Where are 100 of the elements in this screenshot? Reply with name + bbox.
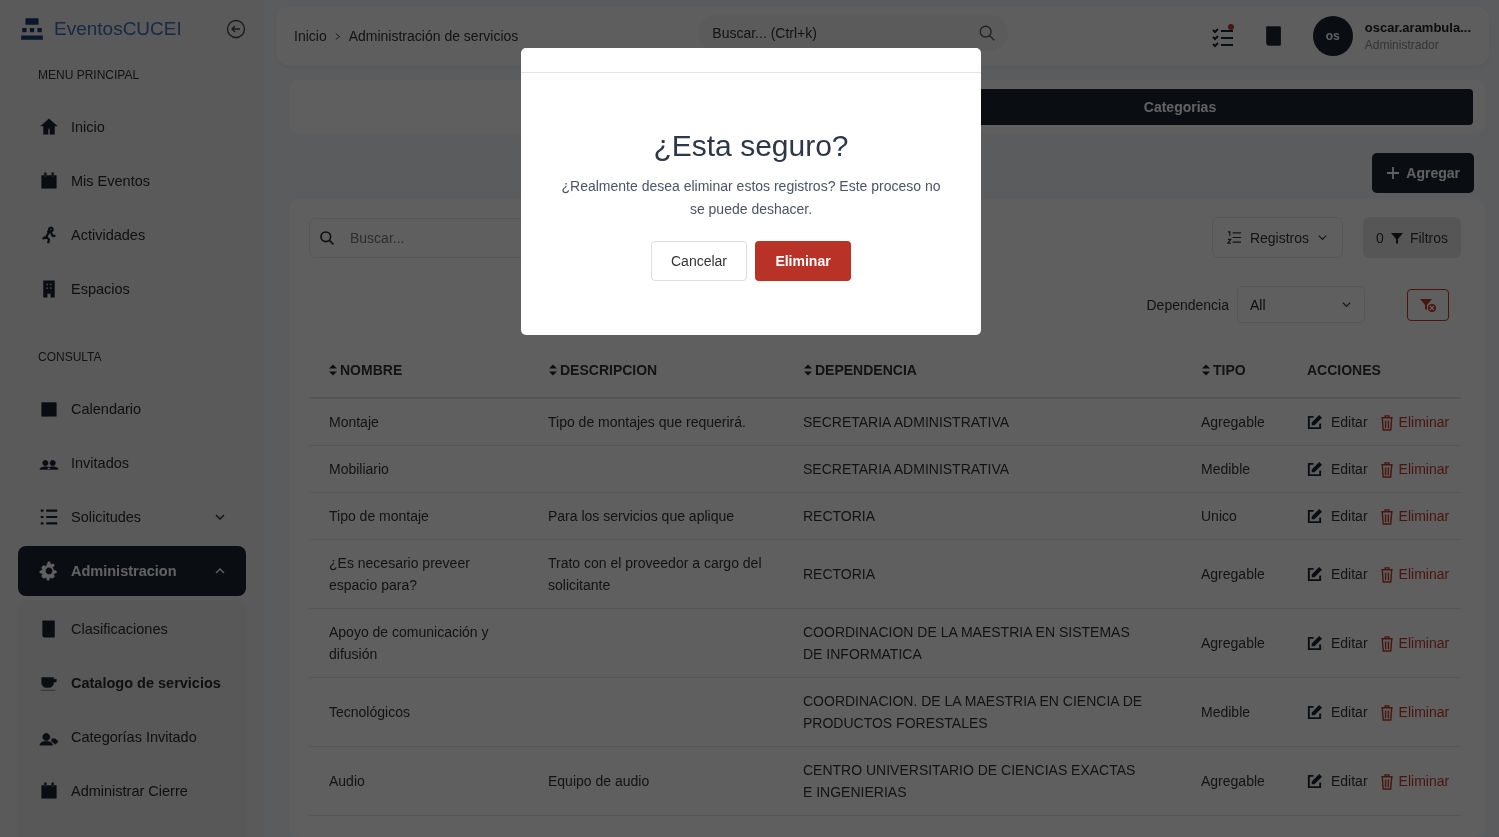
edit-link[interactable]: Editar: [1306, 411, 1368, 433]
add-button[interactable]: Agregar: [1372, 153, 1474, 193]
edit-link[interactable]: Editar: [1306, 563, 1368, 585]
column-header[interactable]: TIPO: [1202, 361, 1246, 378]
column-header: ACCIONES: [1307, 362, 1381, 378]
calendar-icon: [38, 170, 60, 192]
people-group-icon: [18, 16, 46, 42]
edit-icon: [1306, 565, 1323, 583]
delete-link[interactable]: Eliminar: [1379, 770, 1450, 792]
delete-link[interactable]: Eliminar: [1379, 563, 1450, 585]
sort-icon: [1202, 363, 1210, 376]
table-cell-text: COORDINACION DE LA MAESTRIA EN SISTEMAS DE INFORMATICA: [803, 623, 1131, 664]
cancel-button[interactable]: Cancelar: [651, 241, 747, 281]
table-cell-text: Apoyo de comunicación y difusión: [329, 623, 489, 664]
delete-link[interactable]: Eliminar: [1379, 632, 1450, 654]
sort-icon: [804, 363, 812, 376]
table-cell-text: Tipo de montajes que requerirá.: [548, 413, 747, 432]
trash-icon: [1379, 772, 1394, 790]
records-dropdown[interactable]: Registros: [1211, 217, 1344, 258]
edit-link[interactable]: Editar: [1306, 770, 1368, 792]
sidebar-item[interactable]: Catalogo de servicios: [18, 658, 246, 708]
trash-icon: [1379, 507, 1394, 525]
delete-link[interactable]: Eliminar: [1379, 701, 1450, 723]
column-header[interactable]: DESCRIPCION: [549, 361, 658, 378]
sidebar-item[interactable]: Inicio: [18, 102, 246, 152]
gear-icon: [38, 560, 60, 582]
sidebar-item[interactable]: Invitados: [18, 438, 246, 488]
dialog-title: ¿Esta seguro?: [652, 131, 850, 161]
trash-icon: [1379, 413, 1394, 431]
sidebar-item[interactable]: Solicitudes: [18, 492, 246, 542]
chevron-icon: [1317, 232, 1329, 243]
table-cell-text: Equipo de audio: [548, 772, 651, 791]
edit-icon: [1306, 634, 1323, 652]
table-cell-text: COORDINACION. DE LA MAESTRIA EN CIENCIA DE PRODUCTOS FORESTALES: [803, 692, 1143, 733]
menu-section-title: MENU PRINCIPAL: [38, 68, 141, 82]
sidebar-item[interactable]: Mis Eventos: [18, 156, 246, 206]
table-cell-text: Para los servicios que aplique: [548, 507, 735, 526]
checklist-icon[interactable]: [1210, 24, 1235, 48]
plus-icon: [1386, 166, 1401, 180]
edit-icon: [1306, 413, 1323, 431]
user-name: oscar.arambula...: [1364, 20, 1471, 35]
table-cell: Medible: [1201, 704, 1251, 720]
edit-icon: [1306, 772, 1323, 790]
table-cell-text: Audio: [329, 772, 366, 791]
sort-icon: [549, 363, 557, 376]
funnel-icon: [1389, 230, 1404, 245]
edit-icon: [1306, 460, 1323, 478]
edit-link[interactable]: Editar: [1306, 701, 1368, 723]
search-icon: [319, 229, 335, 246]
column-header[interactable]: NOMBRE: [329, 361, 403, 378]
edit-link[interactable]: Editar: [1306, 458, 1368, 480]
table-cell: Agregable: [1201, 635, 1265, 651]
app-logo-text: EventosCUCEI: [54, 18, 183, 40]
table-cell-text: RECTORIA: [803, 565, 877, 584]
list-icon: [38, 506, 60, 528]
menu-section-title: CONSULTA: [38, 350, 103, 364]
delete-link[interactable]: Eliminar: [1379, 505, 1450, 527]
delete-link[interactable]: Eliminar: [1379, 411, 1450, 433]
table-cell: Medible: [1201, 461, 1251, 477]
home-icon: [38, 116, 60, 138]
table-cell: Agregable: [1201, 414, 1265, 430]
sidebar-item[interactable]: Categorías Invitado: [18, 712, 246, 762]
funnel-x-icon: [1419, 296, 1437, 313]
breadcrumb-link[interactable]: Inicio: [294, 28, 327, 44]
search-icon: [978, 24, 997, 42]
clear-filters-button[interactable]: [1407, 288, 1449, 321]
filters-button[interactable]: 0 Filtros: [1363, 217, 1461, 258]
dependency-select[interactable]: All: [1237, 286, 1365, 323]
sidebar-item[interactable]: Administrar Cierre: [18, 766, 246, 816]
table-cell-text: Mobiliario: [329, 460, 390, 479]
edit-icon: [1306, 703, 1323, 721]
user-avatar[interactable]: os: [1312, 16, 1353, 56]
delete-button[interactable]: Eliminar: [755, 241, 851, 281]
table-cell-text: SECRETARIA ADMINISTRATIVA: [803, 460, 1011, 479]
edit-link[interactable]: Editar: [1306, 505, 1368, 527]
chevron-icon: [1341, 299, 1352, 310]
table-cell-text: Montaje: [329, 413, 380, 432]
table-cell-text: Tipo de montaje: [329, 507, 430, 526]
sidebar-item[interactable]: Clasificaciones: [18, 604, 246, 654]
sort-icon: [329, 363, 337, 376]
trash-icon: [1379, 460, 1394, 478]
breadcrumb-link[interactable]: Administración de servicios: [348, 28, 519, 44]
trash-icon: [1379, 703, 1394, 721]
sidebar-item[interactable]: Calendario: [18, 384, 246, 434]
sidebar-item[interactable]: Administracion: [18, 546, 246, 596]
table-cell: Agregable: [1201, 566, 1265, 582]
sidebar-item[interactable]: Actividades: [18, 210, 246, 260]
column-header[interactable]: DEPENDENCIA: [804, 361, 917, 378]
delete-link[interactable]: Eliminar: [1379, 458, 1450, 480]
sidebar-item[interactable]: Espacios: [18, 264, 246, 314]
edit-link[interactable]: Editar: [1306, 632, 1368, 654]
table-cell-text: CENTRO UNIVERSITARIO DE CIENCIAS EXACTAS E INGENIERIAS: [803, 761, 1137, 802]
numbered-list-icon: [1226, 230, 1242, 245]
trash-icon: [1379, 565, 1394, 583]
table-cell-text: Tecnológicos: [329, 703, 411, 722]
trash-icon: [1379, 634, 1394, 652]
table-cell-text: Trato con el proveedor a cargo del solicitante: [548, 554, 763, 595]
table-cell: Unico: [1201, 508, 1237, 524]
chevron-right-icon: [334, 31, 341, 41]
filter-label: Dependencia: [1146, 296, 1229, 313]
